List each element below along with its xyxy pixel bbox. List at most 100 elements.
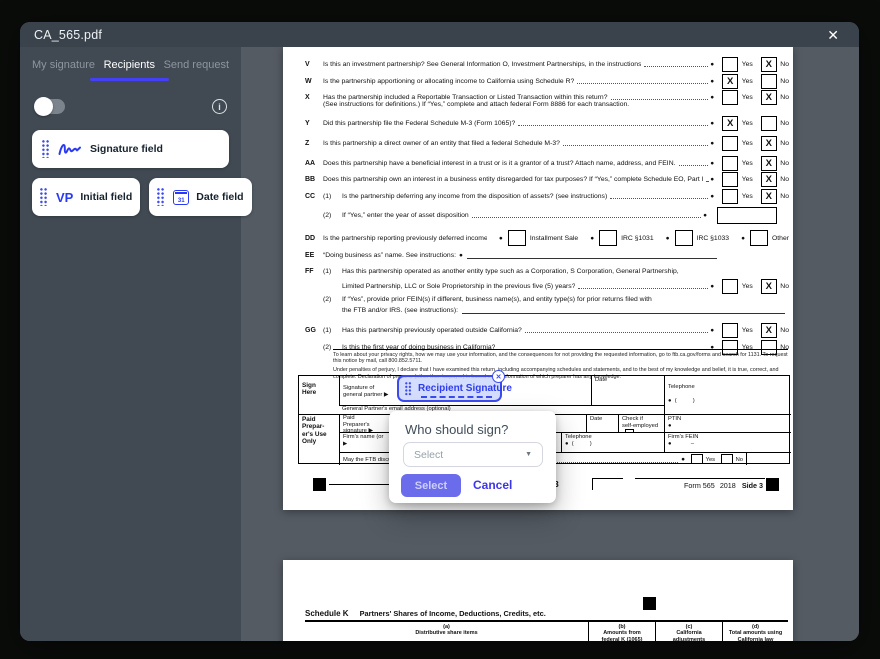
who-should-sign-modal: Who should sign? Select ▼ Select Cancel: [389, 411, 556, 503]
recipient-signature-field[interactable]: Recipient Signature ✕: [397, 375, 502, 402]
sidebar-tabs: My signature Recipients Send request: [20, 47, 241, 82]
no-label: No: [780, 78, 789, 86]
signature-field-card[interactable]: Signature field: [32, 130, 229, 168]
checkbox: [691, 454, 703, 465]
privacy-line: To learn about your privacy rights, how …: [333, 352, 788, 365]
dotted-leader: [563, 145, 708, 146]
form-row-AA: AADoes this partnership have a beneficia…: [283, 156, 789, 168]
question-letter: GG: [305, 327, 323, 335]
yes-checkbox: [722, 279, 738, 294]
no-checkbox: X: [761, 172, 777, 187]
yes-label: Yes: [742, 193, 753, 201]
remove-field-icon[interactable]: ✕: [492, 370, 505, 383]
yes-label: Yes: [742, 120, 753, 128]
close-icon[interactable]: ✕: [827, 28, 839, 42]
option-label: IRC §1033: [697, 235, 730, 243]
question-letter: V: [305, 61, 323, 69]
dotted-leader: [472, 217, 701, 218]
form-row-13: Limited Partnership, LLC or Sole Proprie…: [283, 279, 789, 291]
titlebar: CA_565.pdf ✕: [20, 22, 859, 47]
yes-checkbox: [722, 323, 738, 338]
form-row-V: VIs this an investment partnership? See …: [283, 57, 789, 69]
field-card-row: VP Initial field 31 Date field: [32, 178, 229, 216]
pdf-page-2[interactable]: Schedule K Partners' Shares of Income, D…: [283, 560, 793, 641]
yes-checkbox: [722, 172, 738, 187]
ptin-cell: PTIN ●: [664, 414, 791, 432]
initials-icon: VP: [56, 190, 73, 205]
registration-square: [643, 597, 656, 610]
dotted-leader: [679, 165, 709, 166]
yes-label: Yes: [742, 78, 753, 86]
bullet-icon: ●: [710, 120, 714, 128]
no-label: No: [780, 176, 789, 184]
date-cell: Date: [591, 376, 664, 405]
firm-telephone-cell: Telephone ● ( ): [561, 432, 664, 452]
bullet-icon: ●: [710, 327, 714, 335]
date-field-card[interactable]: 31 Date field: [149, 178, 251, 216]
form-row-GG: GG(1)Has this partnership previously ope…: [283, 323, 789, 335]
tab-recipients[interactable]: Recipients: [102, 47, 157, 82]
no-checkbox: X: [761, 323, 777, 338]
corner-bracket: [592, 478, 623, 490]
cancel-button[interactable]: Cancel: [473, 478, 512, 492]
yes-checkbox: [722, 136, 738, 151]
deferred-income-option: ●Installment Sale: [499, 230, 578, 243]
no-label: No: [780, 327, 789, 335]
fill-in-line: [467, 258, 717, 259]
yes-label: Yes: [742, 160, 753, 168]
question-letter: Z: [305, 140, 323, 148]
form-row-W: WIs the partnership apportioning or allo…: [283, 74, 789, 86]
signature-field-label: Signature field: [90, 143, 163, 155]
initial-field-card[interactable]: VP Initial field: [32, 178, 140, 216]
question-text: the FTB and/or IRS. (see instructions):: [342, 307, 458, 315]
question-text: “Doing business as” name. See instructio…: [323, 252, 456, 260]
modal-title: Who should sign?: [405, 422, 508, 437]
no-label: No: [780, 283, 789, 291]
deferred-income-option: ●IRC §1031: [590, 230, 653, 243]
option-checkbox: [599, 230, 617, 246]
drag-handle-icon: [40, 188, 48, 206]
option-label: IRC §1031: [621, 235, 654, 243]
form-row-Z: ZIs this partnership a direct owner of a…: [283, 136, 789, 148]
question-subnumber: (2): [323, 296, 342, 304]
option-checkbox: [508, 230, 526, 246]
no-label: No: [780, 140, 789, 148]
dotted-leader: [644, 66, 708, 67]
yes-checkbox: [722, 57, 738, 72]
no-label: No: [780, 120, 789, 128]
dotted-leader: [525, 332, 708, 333]
signer-select-dropdown[interactable]: Select ▼: [403, 442, 543, 467]
tab-send-request[interactable]: Send request: [162, 47, 231, 82]
registration-square: [313, 478, 326, 491]
select-button[interactable]: Select: [401, 474, 461, 497]
bullet-icon: ●: [710, 140, 714, 148]
tab-my-signature[interactable]: My signature: [30, 47, 97, 82]
signature-icon: [58, 142, 82, 156]
recipient-toggle[interactable]: [35, 99, 65, 114]
question-letter: BB: [305, 176, 323, 184]
recipient-signature-label: Recipient Signature: [418, 383, 512, 394]
deferred-income-option: ●IRC §1033: [666, 230, 729, 243]
option-label: Installment Sale: [530, 235, 578, 243]
form-row-BB: BBDoes this partnership own an interest …: [283, 172, 789, 184]
question-letter: CC: [305, 193, 323, 201]
select-placeholder: Select: [414, 449, 443, 461]
form-row-DD: DDIs the partnership reporting previousl…: [283, 230, 789, 243]
schedule-k-column-b: (b)Amounts fromfederal K (1065): [588, 622, 655, 641]
yes-checkbox: [722, 189, 738, 204]
dotted-leader: [578, 288, 708, 289]
info-icon[interactable]: i: [212, 99, 227, 114]
form-row-CC: CC(1)Is the partnership deferring any in…: [283, 189, 789, 201]
no-label: No: [780, 160, 789, 168]
year-input-box: [717, 207, 777, 224]
checkbox: [721, 454, 733, 465]
firm-fein-cell: Firm's FEIN ● –: [664, 432, 791, 452]
bullet-icon: ●: [710, 78, 714, 86]
paid-preparer-label: PaidPrepar-er's UseOnly: [299, 414, 339, 465]
option-checkbox: [675, 230, 693, 246]
question-text: Is the partnership deferring any income …: [342, 193, 607, 201]
no-checkbox: X: [761, 136, 777, 151]
no-checkbox: X: [761, 156, 777, 171]
question-text: Is this an investment partnership? See G…: [323, 61, 641, 69]
dotted-leader: [518, 125, 708, 126]
